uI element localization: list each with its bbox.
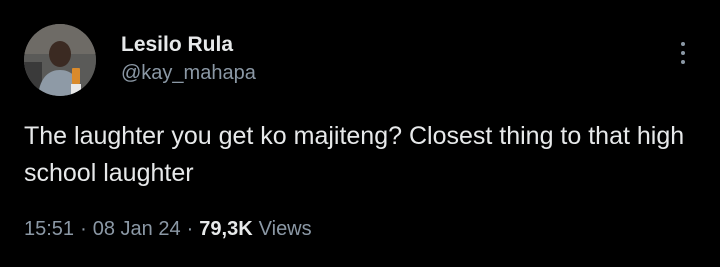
author-handle[interactable]: @kay_mahapa bbox=[121, 62, 256, 85]
tweet-time[interactable]: 15:51 bbox=[24, 218, 74, 240]
tweet-text: The laughter you get ko majiteng? Closes… bbox=[24, 122, 685, 187]
tweet-card: Lesilo Rula @kay_mahapa The laughter you… bbox=[0, 0, 720, 267]
tweet-meta: 15:51 · 08 Jan 24 · 79,3K Views bbox=[24, 218, 312, 241]
tweet-date[interactable]: 08 Jan 24 bbox=[93, 218, 181, 240]
views-count[interactable]: 79,3K bbox=[199, 218, 252, 240]
views-label: Views bbox=[258, 218, 312, 240]
avatar-image bbox=[24, 24, 96, 96]
more-options-icon[interactable] bbox=[672, 38, 694, 68]
meta-separator: · bbox=[186, 218, 194, 240]
meta-separator: · bbox=[80, 218, 87, 240]
avatar[interactable] bbox=[24, 24, 96, 96]
author-display-name[interactable]: Lesilo Rula bbox=[121, 33, 233, 57]
